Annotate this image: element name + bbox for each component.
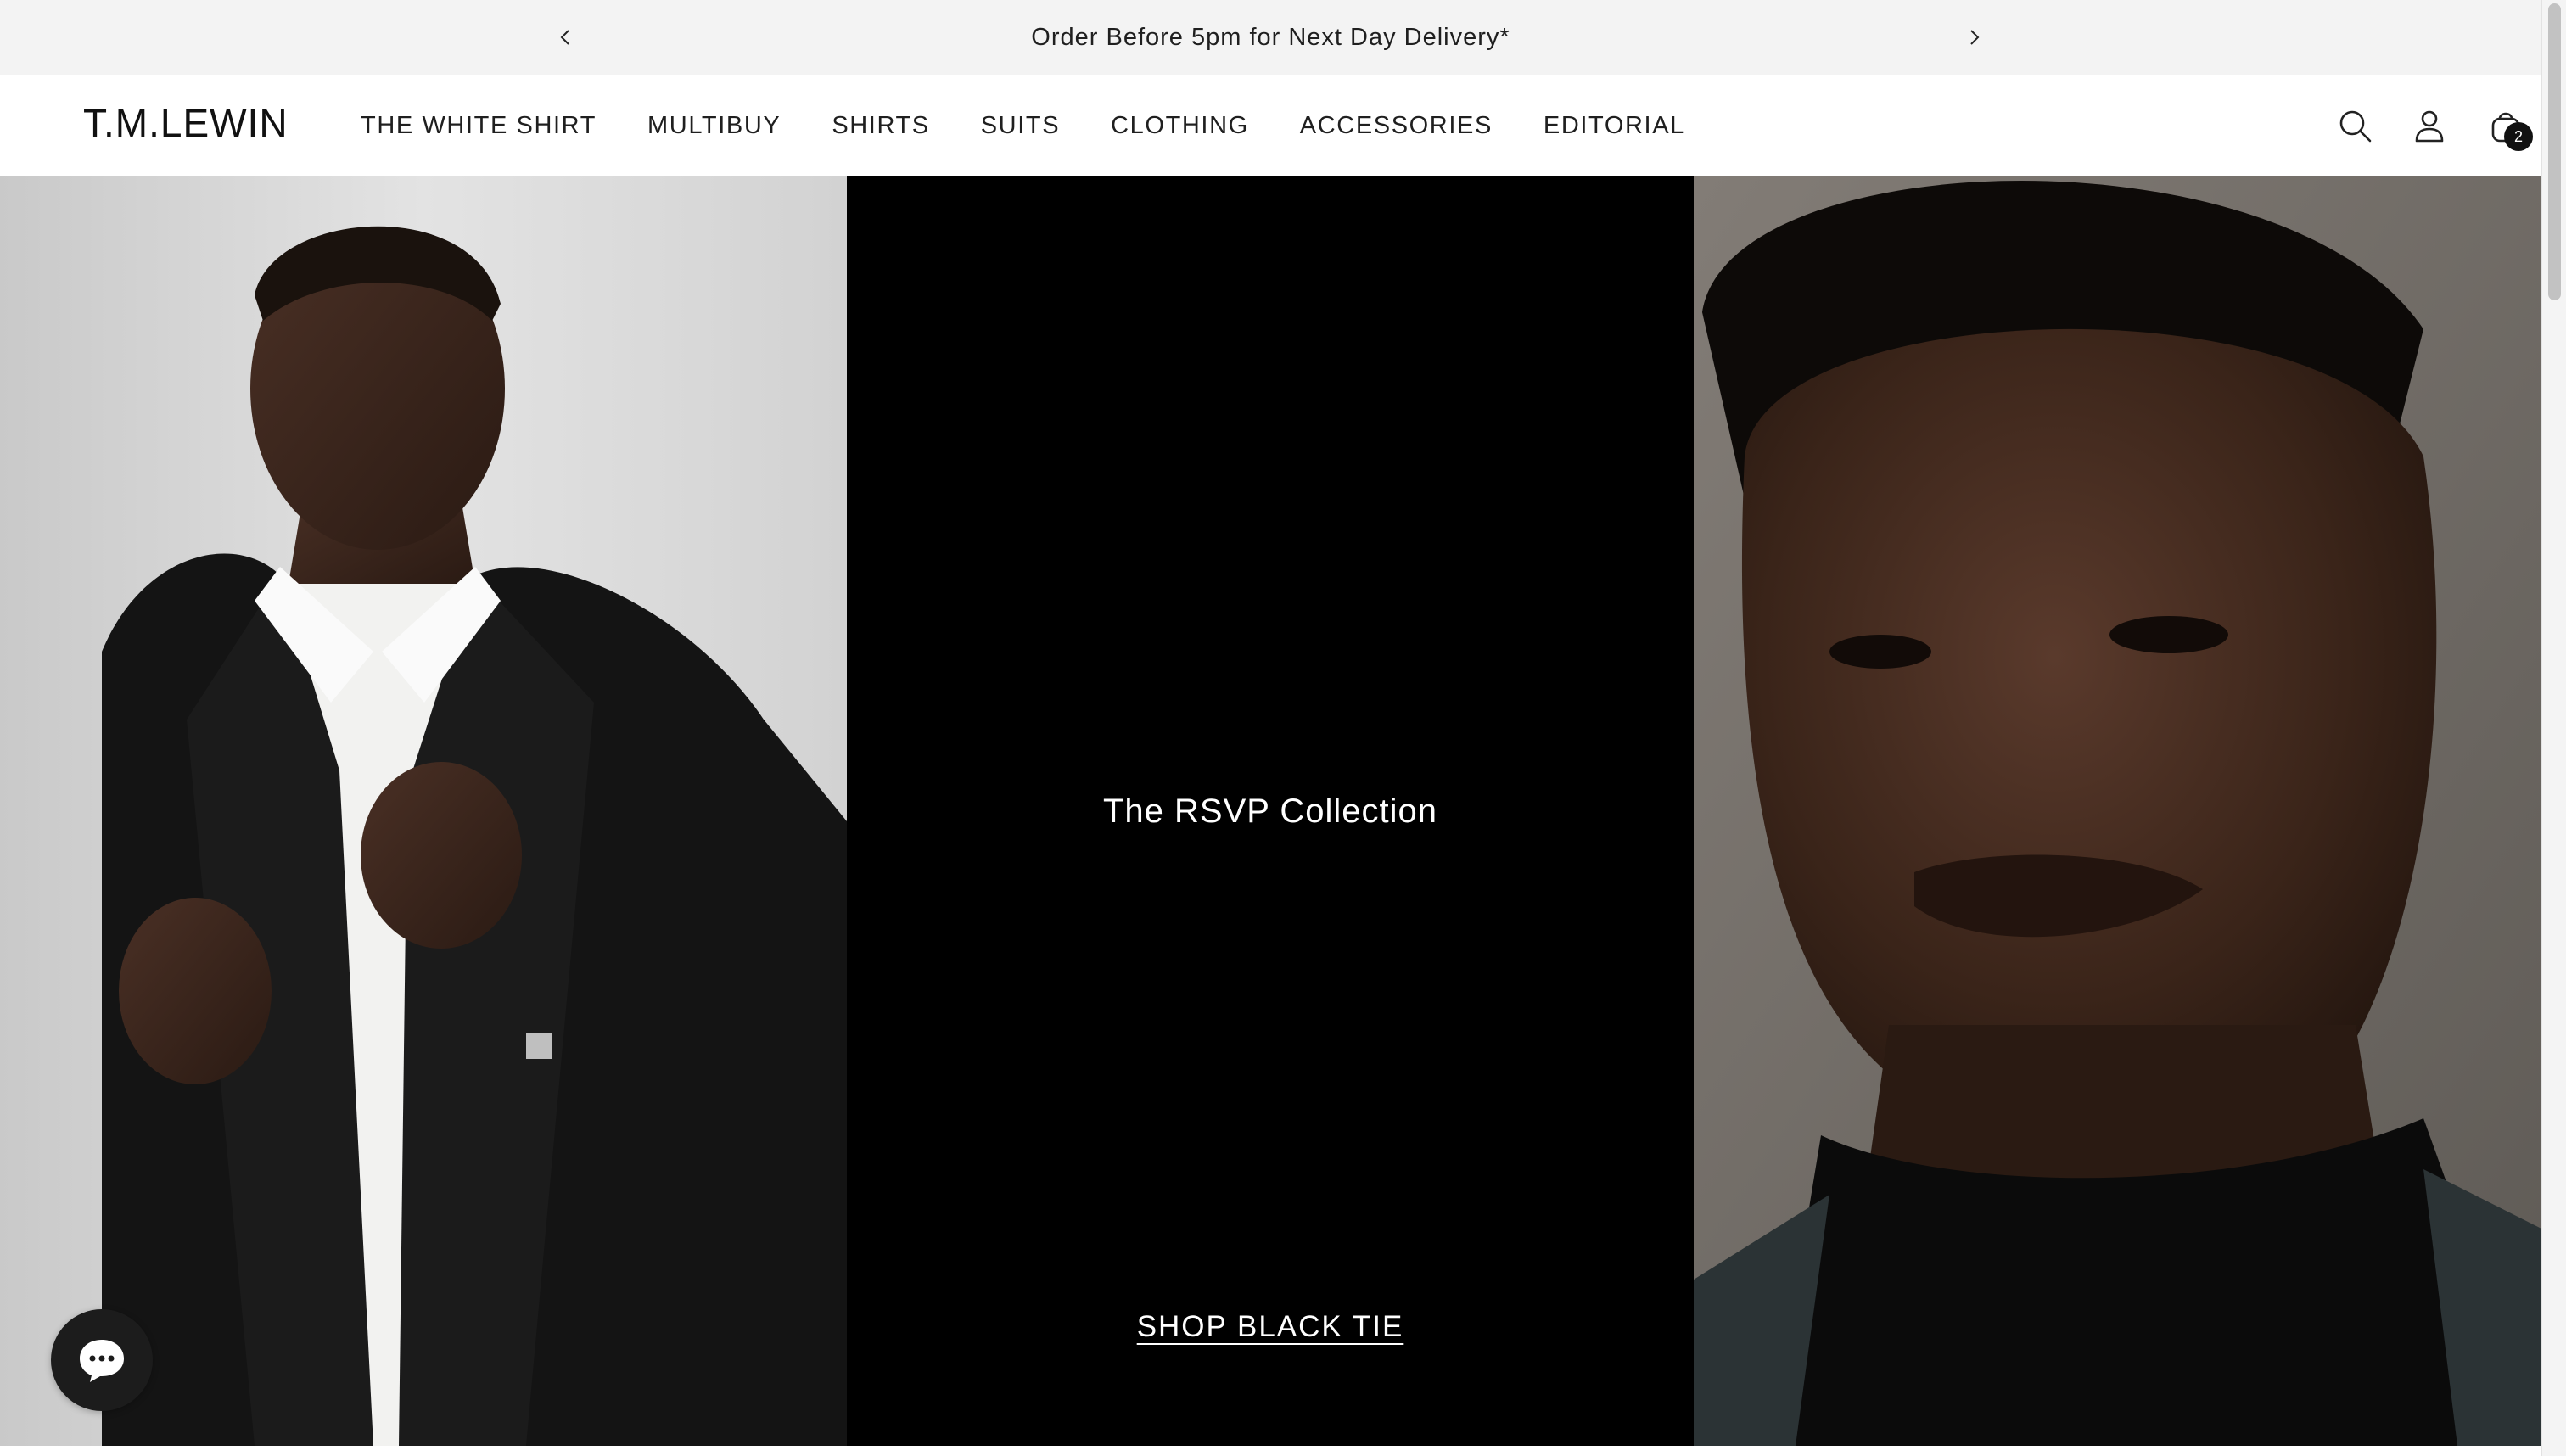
announcement-text: Order Before 5pm for Next Day Delivery* (1031, 23, 1510, 51)
shop-black-tie-link-wrap: SHOP BLACK TIE (847, 1310, 1694, 1344)
nav-item-editorial[interactable]: EDITORIAL (1544, 112, 1685, 140)
announcement-prev-button[interactable] (547, 19, 585, 56)
page-scrollbar[interactable] (2541, 0, 2566, 1456)
scrollbar-thumb[interactable] (2548, 3, 2561, 300)
chevron-left-icon (560, 30, 569, 45)
nav-item-multibuy[interactable]: MULTIBUY (647, 112, 781, 140)
collection-title: The RSVP Collection (1103, 792, 1437, 830)
cart-button[interactable]: 2 (2482, 102, 2533, 151)
model-tuxedo-photo (0, 176, 847, 1446)
cart-count-badge: 2 (2504, 122, 2533, 151)
site-header: T.M.LEWIN THE WHITE SHIRT MULTIBUY SHIRT… (0, 75, 2541, 177)
model-portrait-photo (1694, 176, 2541, 1446)
nav-item-the-white-shirt[interactable]: THE WHITE SHIRT (361, 112, 597, 140)
hero-banner: The RSVP Collection SHOP BLACK TIE (0, 176, 2541, 1446)
page: Order Before 5pm for Next Day Delivery* … (0, 0, 2541, 1456)
announcement-next-button[interactable] (1955, 19, 1992, 56)
nav-item-suits[interactable]: SUITS (981, 112, 1060, 140)
account-icon (2415, 110, 2444, 143)
nav-item-clothing[interactable]: CLOTHING (1111, 112, 1249, 140)
announcement-bar: Order Before 5pm for Next Day Delivery* (0, 0, 2541, 75)
hero-image-right[interactable] (1694, 176, 2541, 1446)
shop-black-tie-link[interactable]: SHOP BLACK TIE (1137, 1310, 1404, 1343)
logo[interactable]: T.M.LEWIN (83, 104, 289, 143)
search-button[interactable] (2331, 102, 2378, 149)
search-icon (2339, 110, 2372, 143)
chevron-right-icon (1970, 30, 1980, 45)
nav-item-shirts[interactable]: SHIRTS (832, 112, 929, 140)
main-nav: THE WHITE SHIRT MULTIBUY SHIRTS SUITS CL… (361, 75, 1736, 176)
nav-item-accessories[interactable]: ACCESSORIES (1300, 112, 1493, 140)
chat-icon (80, 1340, 124, 1382)
hero-image-left[interactable] (0, 176, 847, 1446)
account-button[interactable] (2406, 102, 2453, 149)
hero-center-panel: The RSVP Collection SHOP BLACK TIE (847, 176, 1694, 1446)
chat-button[interactable] (51, 1309, 153, 1411)
